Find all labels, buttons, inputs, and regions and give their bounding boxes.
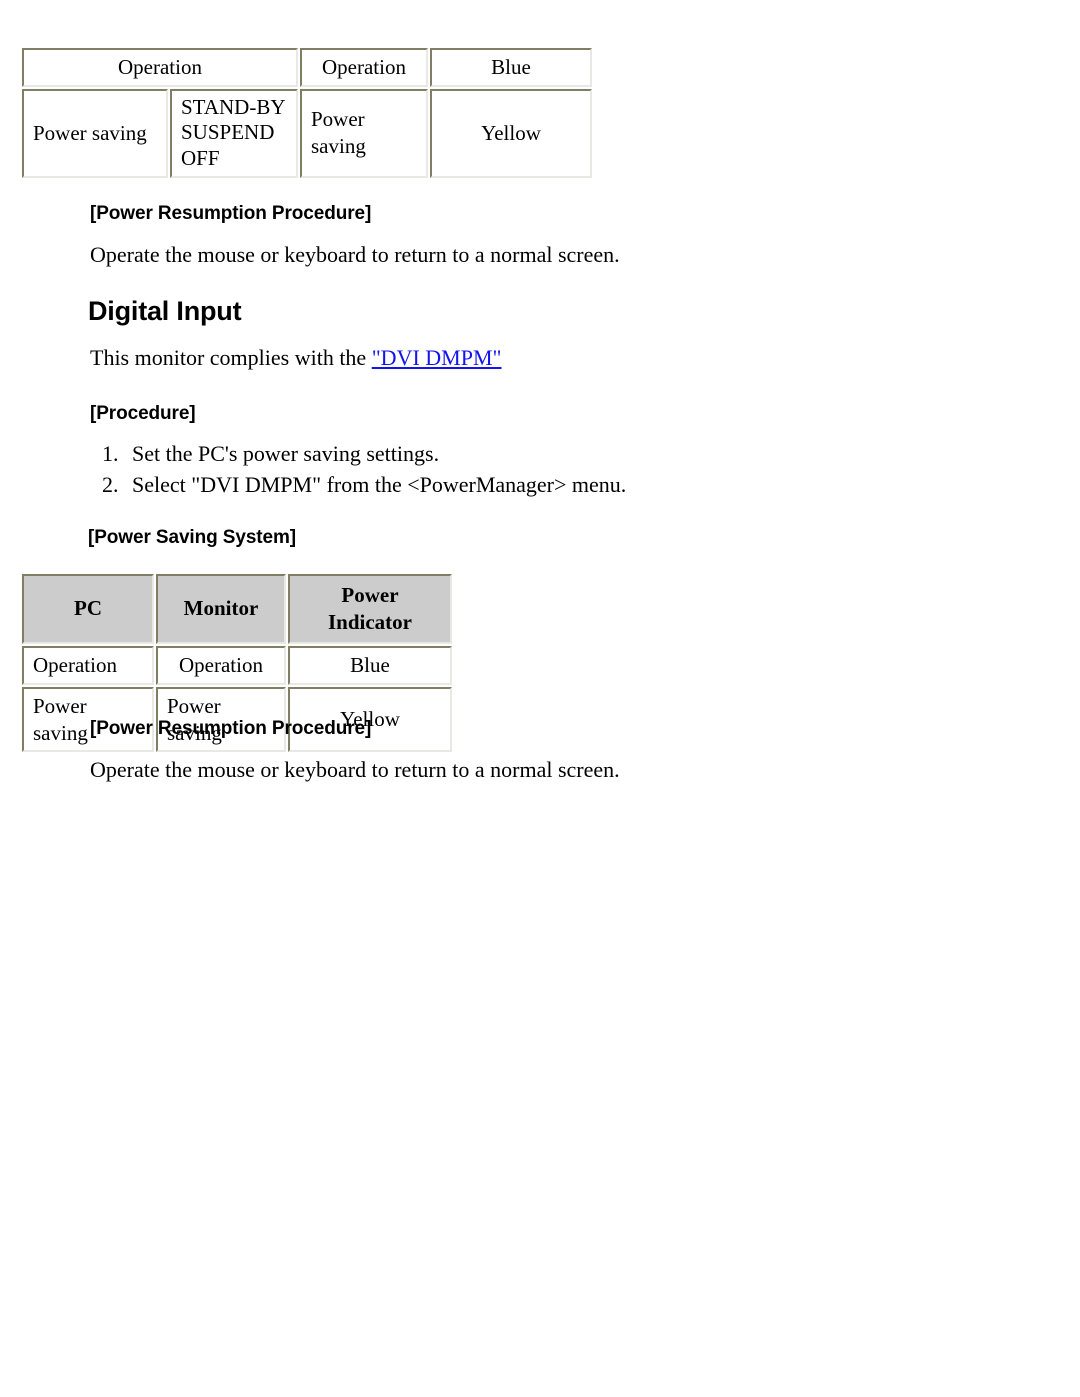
text-resume-instruction-2: Operate the mouse or keyboard to return … <box>90 757 620 782</box>
heading-power-resumption-procedure-2: [Power Resumption Procedure] <box>90 718 372 739</box>
column-header-monitor: Monitor <box>156 574 286 644</box>
list-item: Set the PC's power saving settings. <box>124 438 626 469</box>
cell-pc-power-saving: Power saving <box>22 88 168 178</box>
heading-power-resumption-procedure-1: [Power Resumption Procedure] <box>90 203 372 224</box>
table-row: Operation Operation Blue <box>22 48 592 87</box>
table-row: Power saving STAND-BY SUSPEND OFF Power … <box>22 88 592 178</box>
cell-monitor-operation: Operation <box>156 645 286 685</box>
cell-indicator-blue: Blue <box>430 48 592 87</box>
cell-monitor-power-saving: Power saving <box>300 88 428 178</box>
text-resume-instruction-1: Operate the mouse or keyboard to return … <box>90 242 620 267</box>
cell-monitor-operation: Operation <box>300 48 428 87</box>
state-off: OFF <box>181 146 220 171</box>
document-page: Operation Operation Blue Power saving ST… <box>0 0 1080 1397</box>
heading-power-saving-system: [Power Saving System] <box>88 527 297 548</box>
analog-power-saving-table: Operation Operation Blue Power saving ST… <box>20 46 594 180</box>
text-complies-statement: This monitor complies with the "DVI DMPM… <box>90 345 502 371</box>
cell-monitor-states: STAND-BY SUSPEND OFF <box>170 88 298 178</box>
procedure-step-list: Set the PC's power saving settings. Sele… <box>90 438 626 500</box>
dvi-dmpm-link[interactable]: "DVI DMPM" <box>372 345 502 370</box>
complies-prefix: This monitor complies with the <box>90 345 372 370</box>
heading-digital-input: Digital Input <box>88 296 242 326</box>
cell-pc-operation: Operation <box>22 645 154 685</box>
cell-pc-operation: Operation <box>22 48 298 87</box>
cell-indicator-yellow: Yellow <box>430 88 592 178</box>
state-suspend: SUSPEND <box>181 120 275 145</box>
column-header-pc: PC <box>22 574 154 644</box>
table-header-row: PC Monitor Power Indicator <box>22 574 452 644</box>
state-standby: STAND-BY <box>181 94 286 119</box>
table-row: Operation Operation Blue <box>22 645 452 685</box>
cell-indicator-blue: Blue <box>288 645 452 685</box>
list-item: Select "DVI DMPM" from the <PowerManager… <box>124 469 626 500</box>
table-body: Operation Operation Blue Power saving ST… <box>22 48 592 178</box>
heading-procedure: [Procedure] <box>90 403 196 424</box>
column-header-power-indicator: Power Indicator <box>288 574 452 644</box>
